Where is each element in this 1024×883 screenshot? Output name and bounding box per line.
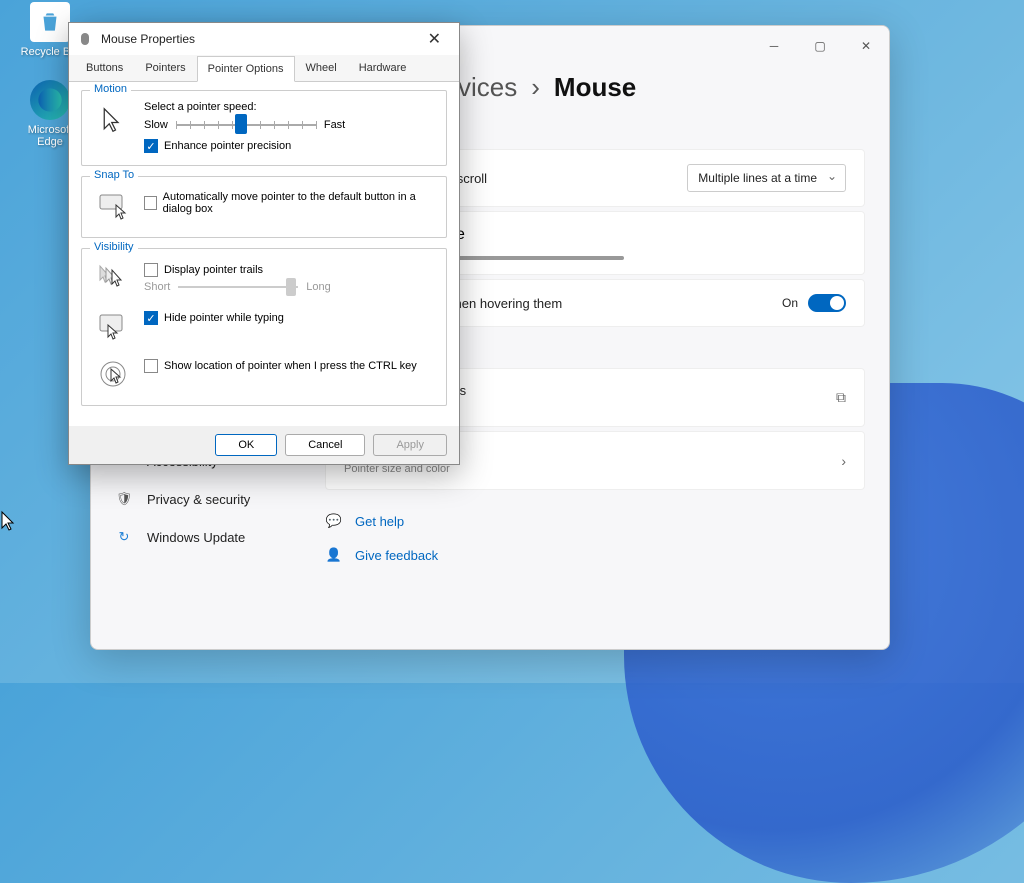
mouse-cursor-icon [0,510,16,534]
mouse-icon [77,31,93,47]
dialog-footer: OK Cancel Apply [69,426,459,464]
apply-button: Apply [373,434,447,456]
cancel-button[interactable]: Cancel [285,434,365,456]
dialog-close-button[interactable]: ✕ [418,25,451,53]
recycle-bin-icon [30,2,70,42]
link-label: Give feedback [355,548,438,563]
group-snap-to: Snap To Automatically move pointer to th… [81,176,447,238]
give-feedback-link[interactable]: 👤 Give feedback [325,538,865,572]
cursor-speed-icon [94,101,132,139]
checkbox-icon [144,263,158,277]
sidebar-item-windows-update[interactable]: ↻ Windows Update [91,518,301,556]
tab-buttons[interactable]: Buttons [75,55,134,81]
update-icon: ↻ [115,528,133,546]
group-title: Motion [90,83,131,95]
wheel-scroll-dropdown[interactable]: Multiple lines at a time [687,164,846,192]
group-title: Visibility [90,241,138,253]
tab-wheel[interactable]: Wheel [295,55,348,81]
checkbox-icon: ✓ [144,311,158,325]
tab-hardware[interactable]: Hardware [348,55,418,81]
snap-to-checkbox[interactable]: Automatically move pointer to the defaul… [144,191,434,215]
group-title: Snap To [90,169,138,181]
dialog-title-text: Mouse Properties [101,32,195,46]
ok-button[interactable]: OK [215,434,277,456]
ctrl-locate-icon [94,355,132,393]
mouse-properties-dialog: Mouse Properties ✕ Buttons Pointers Poin… [68,22,460,465]
ctrl-locate-checkbox[interactable]: Show location of pointer when I press th… [144,359,434,373]
shield-icon: 🛡 [115,490,133,508]
feedback-icon: 👤 [325,546,343,564]
group-motion: Motion Select a pointer speed: Slow Fast [81,90,447,166]
breadcrumb-separator: › [531,72,540,103]
checkbox-icon [144,196,157,210]
link-label: Get help [355,514,404,529]
snap-to-icon [94,187,132,225]
chevron-right-icon: › [841,453,846,469]
toggle-state: On [782,296,798,310]
checkbox-icon [144,359,158,373]
get-help-link[interactable]: 💬 Get help [325,504,865,538]
tabs: Buttons Pointers Pointer Options Wheel H… [69,55,459,82]
help-icon: 💬 [325,512,343,530]
checkbox-icon: ✓ [144,139,158,153]
enhance-precision-checkbox[interactable]: ✓ Enhance pointer precision [144,139,434,153]
sidebar-item-privacy[interactable]: 🛡 Privacy & security [91,480,301,518]
pointer-trails-checkbox[interactable]: Display pointer trails [144,263,434,277]
slow-label: Slow [144,119,168,131]
breadcrumb-current: Mouse [554,72,636,103]
slider-thumb[interactable] [235,114,247,134]
hide-pointer-icon [94,307,132,345]
desktop-icon-label: Microsoft Edge [28,124,73,148]
pointer-speed-slider[interactable] [176,124,316,126]
dialog-titlebar: Mouse Properties ✕ [69,23,459,55]
edge-icon [30,80,70,120]
group-visibility: Visibility Display pointer trails Short [81,248,447,406]
trails-slider [178,286,298,288]
pointer-speed-label: Select a pointer speed: [144,101,434,113]
sidebar-item-label: Privacy & security [147,492,250,507]
external-link-icon: ⧉ [836,389,846,406]
checkbox-label: Hide pointer while typing [164,312,284,324]
maximize-button[interactable]: ▢ [797,30,843,62]
pointer-trails-icon [94,259,132,297]
tab-pointer-options[interactable]: Pointer Options [197,56,295,82]
close-button[interactable]: ✕ [843,30,889,62]
long-label: Long [306,281,330,293]
inactive-windows-toggle[interactable] [808,294,846,312]
fast-label: Fast [324,119,345,131]
checkbox-label: Display pointer trails [164,264,263,276]
hide-pointer-checkbox[interactable]: ✓ Hide pointer while typing [144,311,434,325]
checkbox-label: Automatically move pointer to the defaul… [163,191,434,215]
sidebar-item-label: Windows Update [147,530,245,545]
minimize-button[interactable]: ─ [751,30,797,62]
dropdown-value: Multiple lines at a time [698,171,817,185]
short-label: Short [144,281,170,293]
checkbox-label: Show location of pointer when I press th… [164,360,417,372]
checkbox-label: Enhance pointer precision [164,140,291,152]
tab-pointers[interactable]: Pointers [134,55,196,81]
